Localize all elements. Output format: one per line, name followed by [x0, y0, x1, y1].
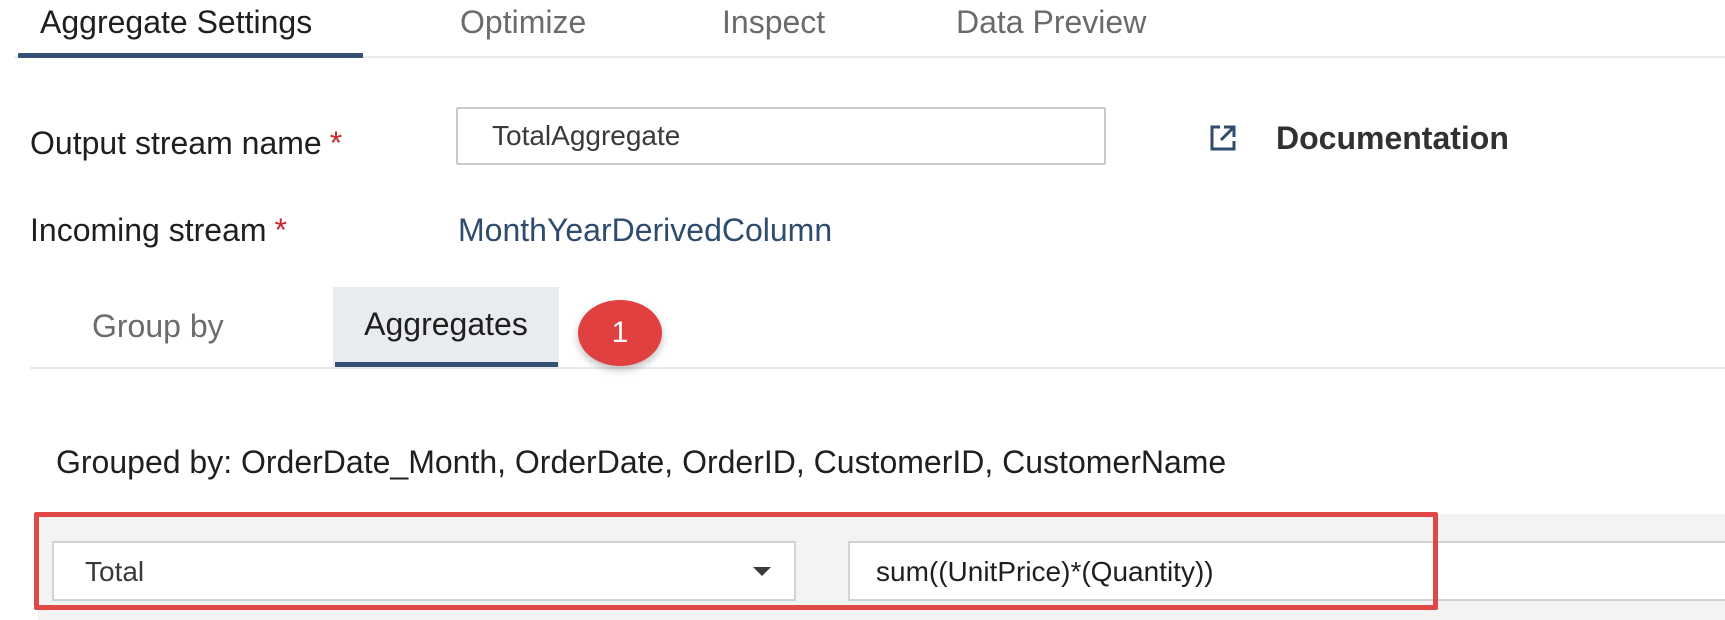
output-stream-label: Output stream name *: [30, 125, 342, 162]
step-number-badge: 1: [578, 300, 662, 366]
external-link-icon: [1208, 123, 1238, 153]
highlight-box: [34, 512, 1438, 610]
output-stream-name-input[interactable]: [456, 107, 1106, 165]
tab-aggregates[interactable]: Aggregates: [333, 287, 559, 365]
tab-aggregate-settings[interactable]: Aggregate Settings: [40, 0, 312, 54]
incoming-stream-value[interactable]: MonthYearDerivedColumn: [458, 212, 832, 249]
top-tab-bar: Aggregate Settings Optimize Inspect Data…: [0, 0, 1725, 58]
incoming-stream-label: Incoming stream *: [30, 212, 287, 249]
required-marker: *: [329, 125, 343, 161]
documentation-label: Documentation: [1276, 119, 1509, 156]
documentation-link[interactable]: Documentation: [1208, 118, 1509, 158]
tab-optimize[interactable]: Optimize: [460, 0, 586, 54]
tab-inspect[interactable]: Inspect: [722, 0, 825, 54]
grouped-by-summary: Grouped by: OrderDate_Month, OrderDate, …: [56, 444, 1227, 480]
output-stream-label-text: Output stream name: [30, 125, 322, 161]
active-tab-indicator: [18, 53, 363, 58]
active-sub-tab-indicator: [335, 362, 558, 367]
incoming-stream-label-text: Incoming stream: [30, 212, 267, 248]
tab-group-by[interactable]: Group by: [92, 308, 224, 345]
sub-tab-divider: [30, 367, 1725, 369]
required-marker: *: [274, 212, 287, 248]
tab-data-preview[interactable]: Data Preview: [956, 0, 1146, 54]
